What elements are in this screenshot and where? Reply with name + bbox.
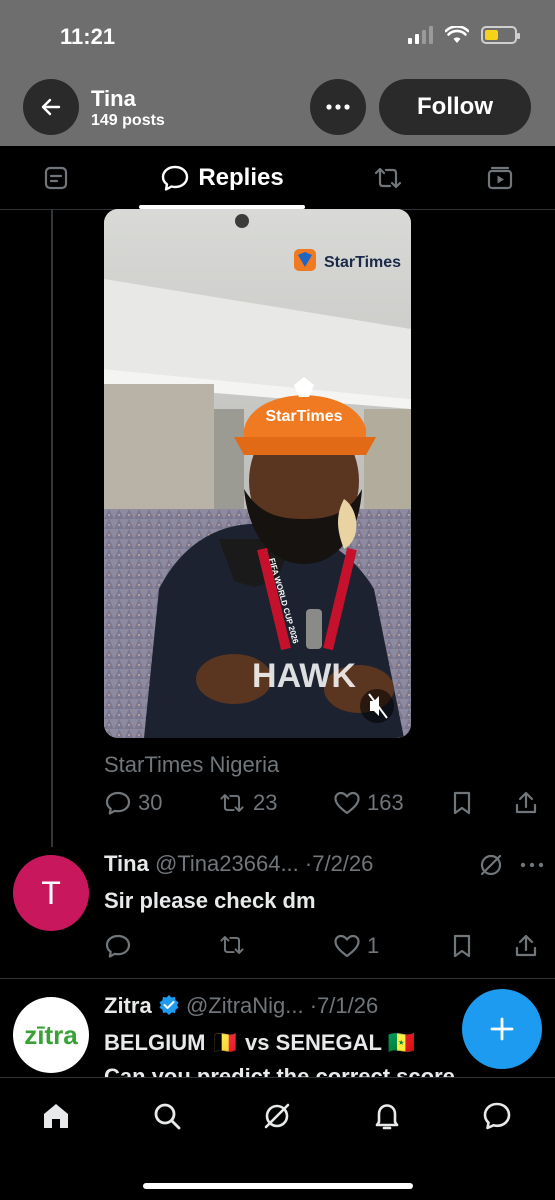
back-button[interactable] bbox=[23, 79, 79, 135]
tab-replies-label: Replies bbox=[198, 164, 284, 191]
post-count: 149 posts bbox=[91, 112, 165, 129]
nav-home[interactable] bbox=[38, 1098, 74, 1134]
home-icon bbox=[44, 1104, 68, 1128]
like-action[interactable]: 1 bbox=[333, 933, 379, 959]
tab-posts[interactable] bbox=[32, 146, 80, 210]
profile-header: 11:21 Tina 149 posts Follow bbox=[0, 0, 555, 146]
home-indicator bbox=[143, 1183, 413, 1189]
nav-grok[interactable] bbox=[259, 1098, 295, 1134]
bookmark-action[interactable] bbox=[451, 790, 473, 816]
messages-icon bbox=[483, 1102, 511, 1130]
like-action[interactable]: 163 bbox=[333, 790, 404, 816]
cap-logo-text: StarTimes bbox=[265, 408, 342, 425]
tab-replies[interactable]: Replies bbox=[139, 146, 305, 210]
repost-action[interactable] bbox=[217, 933, 247, 957]
more-icon[interactable] bbox=[520, 862, 544, 868]
avatar[interactable]: zītra bbox=[13, 997, 89, 1073]
svg-text:HAWK: HAWK bbox=[252, 657, 356, 695]
nav-notifications[interactable] bbox=[369, 1098, 405, 1134]
more-icon bbox=[326, 104, 350, 110]
thread-connector-line bbox=[51, 210, 53, 847]
tab-reposts[interactable] bbox=[364, 146, 412, 210]
reply-action[interactable] bbox=[104, 933, 132, 959]
card-source[interactable]: StarTimes Nigeria bbox=[104, 752, 279, 778]
post-header: Zitra @ZitraNig... ·7/1/26 bbox=[104, 993, 378, 1019]
verified-badge-icon bbox=[159, 995, 179, 1015]
back-arrow-icon bbox=[41, 98, 61, 116]
reply-count: 30 bbox=[138, 790, 163, 815]
reply-icon bbox=[105, 934, 131, 958]
compose-button[interactable] bbox=[462, 989, 542, 1069]
notifications-icon bbox=[375, 1104, 399, 1130]
bookmark-icon bbox=[453, 934, 471, 958]
reply-icon bbox=[105, 791, 131, 815]
wifi-icon bbox=[445, 26, 469, 43]
post-divider bbox=[0, 978, 555, 979]
follow-button[interactable]: Follow bbox=[379, 79, 531, 135]
posts-icon bbox=[44, 166, 68, 190]
video-icon bbox=[487, 166, 513, 190]
bookmark-icon bbox=[453, 791, 471, 815]
heart-icon bbox=[334, 934, 360, 958]
repost-action[interactable]: 23 bbox=[217, 790, 277, 816]
post-text-line1: BELGIUM 🇧🇪 vs SENEGAL 🇸🇳 bbox=[104, 1030, 416, 1055]
status-icons bbox=[408, 26, 520, 44]
reply-action[interactable]: 30 bbox=[104, 790, 162, 816]
heart-icon bbox=[334, 791, 360, 815]
tab-videos[interactable] bbox=[476, 146, 524, 210]
compose-plus-icon bbox=[490, 1017, 514, 1041]
search-icon bbox=[154, 1103, 181, 1130]
post-text-line2: Can you predict the correct score bbox=[104, 1064, 455, 1078]
more-button[interactable] bbox=[310, 79, 366, 135]
bookmark-action[interactable] bbox=[451, 933, 473, 959]
post-text: Sir please check dm bbox=[104, 888, 316, 913]
video-player[interactable]: StarTimes FIFA WORLD CUP 2026 HAWK StarT… bbox=[104, 209, 411, 738]
status-time: 11:21 bbox=[60, 24, 116, 49]
nav-search[interactable] bbox=[149, 1098, 185, 1134]
battery-icon bbox=[481, 26, 520, 44]
repost-icon bbox=[374, 167, 402, 189]
share-icon bbox=[515, 791, 537, 814]
post-handle-date: @Tina23664... ·7/2/26 bbox=[154, 851, 374, 876]
like-count: 163 bbox=[367, 790, 404, 815]
video-brand-watermark: StarTimes bbox=[324, 254, 402, 271]
repost-icon bbox=[220, 794, 244, 812]
grok-icon bbox=[264, 1103, 290, 1129]
nav-messages[interactable] bbox=[479, 1098, 515, 1134]
reply-icon bbox=[162, 165, 189, 191]
post-author[interactable]: Tina bbox=[104, 851, 149, 876]
like-count: 1 bbox=[367, 933, 380, 958]
post-author[interactable]: Zitra bbox=[104, 993, 152, 1018]
signal-icon bbox=[408, 26, 433, 44]
share-action[interactable] bbox=[513, 790, 539, 816]
profile-name: Tina bbox=[91, 86, 136, 111]
share-icon bbox=[515, 934, 537, 957]
repost-count: 23 bbox=[253, 790, 278, 815]
avatar[interactable]: T bbox=[13, 855, 89, 931]
grok-icon[interactable] bbox=[478, 852, 504, 878]
post-header: Tina @Tina23664... ·7/2/26 bbox=[104, 851, 373, 877]
post-handle-date: @ZitraNig... ·7/1/26 bbox=[185, 993, 379, 1018]
share-action[interactable] bbox=[513, 933, 539, 959]
bottom-navigation bbox=[0, 1077, 555, 1200]
repost-icon bbox=[220, 936, 244, 954]
video-frame: StarTimes FIFA WORLD CUP 2026 HAWK bbox=[104, 209, 411, 738]
profile-tabs: Replies bbox=[0, 146, 555, 210]
